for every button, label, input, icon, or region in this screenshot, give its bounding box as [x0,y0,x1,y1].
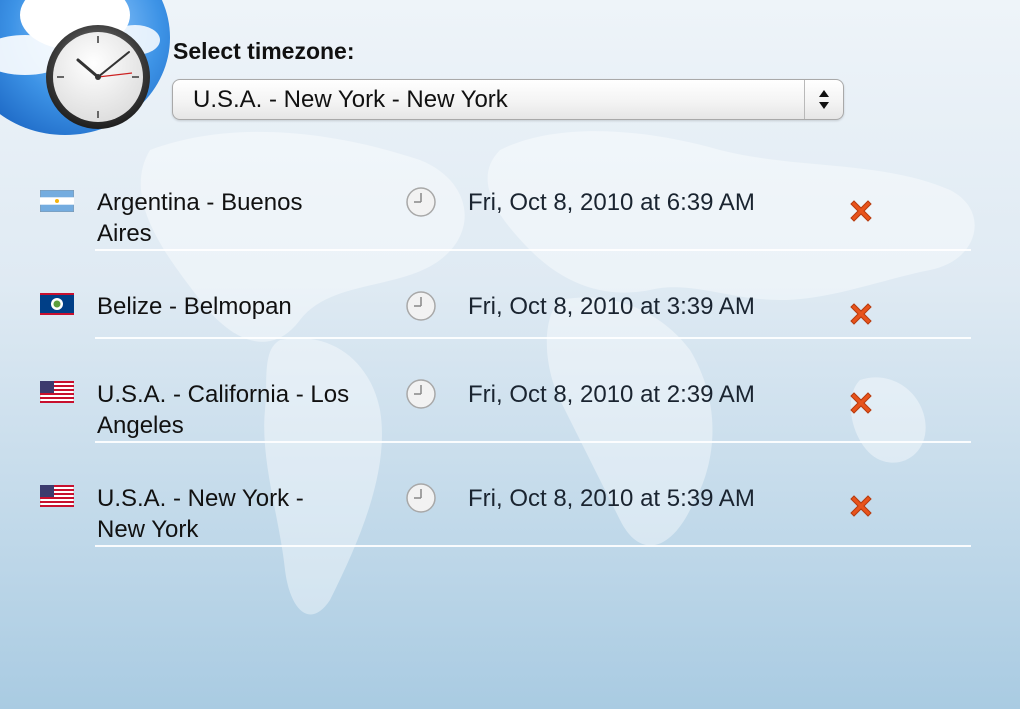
argentina-flag-icon [40,190,74,212]
clock-icon [406,187,436,217]
zone-place-name: U.S.A. - New York - New York [97,485,304,543]
usa-flag-icon [40,381,74,403]
zone-place-name: Belize - Belmopan [97,293,292,320]
remove-icon[interactable] [846,196,876,226]
remove-icon[interactable] [846,388,876,418]
remove-icon[interactable] [846,299,876,329]
select-timezone-label: Select timezone: [173,38,355,64]
timezone-select[interactable]: U.S.A. - New York - New York [172,79,844,120]
row-divider [95,337,971,339]
zone-time: Fri, Oct 8, 2010 at 3:39 AM [468,293,755,320]
row-divider [95,545,971,547]
clock-icon [46,25,150,129]
zone-time: Fri, Oct 8, 2010 at 2:39 AM [468,381,755,408]
clock-icon [406,291,436,321]
row-divider [95,249,971,251]
clock-icon [406,379,436,409]
clock-icon [406,483,436,513]
remove-icon[interactable] [846,491,876,521]
row-divider [95,441,971,443]
belize-flag-icon [40,293,74,315]
zone-place-name: Argentina - Buenos Aires [97,189,303,247]
up-down-arrows-icon [804,80,829,119]
usa-flag-icon [40,485,74,507]
timezone-select-value: U.S.A. - New York - New York [193,86,508,113]
zone-time: Fri, Oct 8, 2010 at 5:39 AM [468,485,755,512]
zone-time: Fri, Oct 8, 2010 at 6:39 AM [468,189,755,216]
zone-place-name: U.S.A. - California - Los Angeles [97,381,350,439]
